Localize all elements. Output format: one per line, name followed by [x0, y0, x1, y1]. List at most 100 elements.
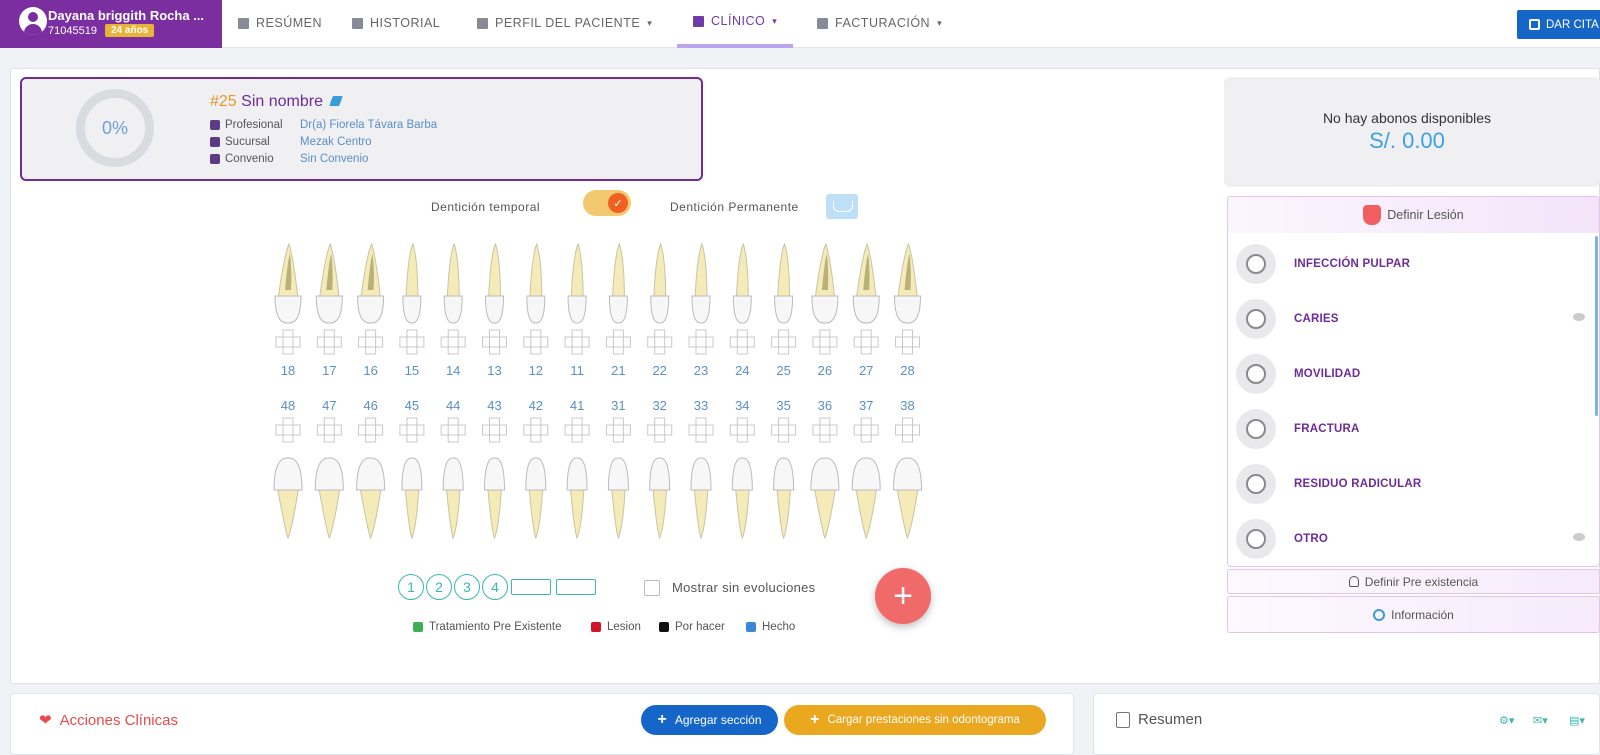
tooth-surface-grid[interactable] [605, 417, 631, 443]
nav-historial[interactable]: HISTORIAL [352, 0, 440, 46]
lower-tooth[interactable] [851, 457, 881, 540]
lower-tooth[interactable] [401, 457, 423, 540]
tooth-number[interactable]: 47 [322, 398, 336, 413]
upper-tooth[interactable] [526, 242, 546, 324]
lower-tooth[interactable] [525, 457, 547, 540]
lesion-item-fractura[interactable]: FRACTURA [1236, 404, 1576, 454]
lower-tooth[interactable] [566, 457, 588, 540]
tooth-number[interactable]: 13 [487, 363, 501, 378]
lesion-scrollbar[interactable] [1595, 236, 1598, 416]
tooth-surface-grid[interactable] [688, 417, 714, 443]
tooth-number[interactable]: 21 [611, 363, 625, 378]
lower-tooth[interactable] [273, 457, 303, 540]
tooth-surface-grid[interactable] [564, 417, 590, 443]
upper-tooth[interactable] [650, 242, 670, 324]
tooth-surface-grid[interactable] [729, 329, 755, 355]
upper-tooth[interactable] [484, 242, 505, 324]
quadrant-2-button[interactable]: 2 [426, 574, 452, 600]
tooth-surface-grid[interactable] [440, 417, 466, 443]
tooth-surface-grid[interactable] [482, 329, 507, 355]
comment-icon[interactable] [1573, 313, 1585, 321]
tooth-number[interactable]: 18 [281, 363, 295, 378]
tooth-surface-grid[interactable] [358, 417, 384, 443]
tooth-number[interactable]: 27 [859, 363, 873, 378]
upper-tooth[interactable] [691, 242, 711, 324]
tooth-number[interactable]: 37 [859, 398, 873, 413]
upper-arch-button[interactable] [511, 579, 551, 595]
lesion-item-infeccion-pulpar[interactable]: INFECCIÓN PULPAR [1236, 239, 1576, 289]
tooth-number[interactable]: 14 [446, 363, 460, 378]
upper-tooth[interactable] [567, 242, 587, 324]
tooth-number[interactable]: 17 [322, 363, 336, 378]
tooth-number[interactable]: 34 [735, 398, 749, 413]
tooth-surface-grid[interactable] [399, 329, 425, 355]
comment-icon[interactable] [1573, 533, 1585, 541]
tooth-surface-grid[interactable] [316, 417, 342, 443]
tooth-surface-grid[interactable] [440, 329, 466, 355]
lower-tooth[interactable] [690, 457, 712, 540]
tooth-surface-grid[interactable] [853, 417, 879, 443]
tooth-number[interactable]: 23 [694, 363, 708, 378]
informacion-button[interactable]: Información [1227, 596, 1600, 633]
patient-card[interactable]: Dayana briggith Rocha ... 71045519 24 añ… [0, 0, 222, 48]
tooth-surface-grid[interactable] [895, 417, 920, 443]
agregar-seccion-button[interactable]: + Agregar sección [641, 705, 778, 735]
tooth-surface-grid[interactable] [688, 329, 714, 355]
lesion-item-movilidad[interactable]: MOVILIDAD [1236, 349, 1576, 399]
tooth-number[interactable]: 28 [900, 363, 914, 378]
tooth-surface-grid[interactable] [895, 329, 920, 355]
tooth-surface-grid[interactable] [275, 329, 301, 355]
tooth-number[interactable]: 11 [570, 363, 584, 378]
lower-tooth[interactable] [810, 457, 840, 540]
tooth-number[interactable]: 12 [529, 363, 543, 378]
lesion-item-otro[interactable]: OTRO [1236, 514, 1576, 564]
print-icon[interactable]: ▤▾ [1569, 714, 1587, 727]
dentition-toggle[interactable]: ✓ [583, 190, 631, 216]
upper-tooth[interactable] [402, 242, 422, 324]
tooth-number[interactable]: 15 [405, 363, 419, 378]
tooth-number[interactable]: 38 [900, 398, 914, 413]
tooth-number[interactable]: 42 [529, 398, 543, 413]
odontogram-chart[interactable]: 18 17 16 15 14 13 12 11 21 22 23 24 25 26 27 28 48 47 46 45… [260, 240, 930, 550]
tooth-number[interactable]: 16 [363, 363, 377, 378]
tooth-surface-grid[interactable] [771, 417, 797, 443]
tooth-number[interactable]: 31 [611, 398, 625, 413]
tooth-surface-grid[interactable] [605, 329, 631, 355]
tooth-surface-grid[interactable] [523, 329, 549, 355]
upper-tooth[interactable] [608, 242, 628, 324]
tooth-surface-grid[interactable] [812, 417, 838, 443]
tooth-number[interactable]: 36 [818, 398, 832, 413]
dar-cita-button[interactable]: DAR CITA [1517, 10, 1600, 39]
tooth-surface-grid[interactable] [482, 417, 507, 443]
tooth-number[interactable]: 25 [776, 363, 790, 378]
tooth-surface-grid[interactable] [853, 329, 879, 355]
tooth-surface-grid[interactable] [564, 329, 590, 355]
lower-tooth[interactable] [442, 457, 464, 540]
tooth-number[interactable]: 44 [446, 398, 460, 413]
pencil-icon[interactable] [329, 96, 344, 106]
upper-tooth[interactable] [774, 242, 794, 324]
add-fab-button[interactable]: + [875, 568, 931, 624]
tooth-number[interactable]: 43 [487, 398, 501, 413]
lower-tooth[interactable] [649, 457, 671, 540]
tooth-number[interactable]: 41 [570, 398, 584, 413]
quadrant-1-button[interactable]: 1 [398, 574, 424, 600]
lower-tooth[interactable] [356, 457, 386, 540]
quadrant-4-button[interactable]: 4 [482, 574, 508, 600]
tooth-number[interactable]: 32 [652, 398, 666, 413]
tooth-surface-grid[interactable] [771, 329, 797, 355]
tooth-surface-grid[interactable] [647, 329, 673, 355]
tooth-number[interactable]: 33 [694, 398, 708, 413]
tooth-number[interactable]: 26 [818, 363, 832, 378]
tooth-surface-grid[interactable] [358, 329, 384, 355]
permanent-teeth-icon[interactable] [826, 194, 858, 219]
tooth-number[interactable]: 46 [363, 398, 377, 413]
tooth-number[interactable]: 22 [652, 363, 666, 378]
tooth-surface-grid[interactable] [647, 417, 673, 443]
nav-facturacion[interactable]: FACTURACIÓN ▾ [817, 0, 942, 46]
nav-resumen[interactable]: RESÚMEN [238, 0, 322, 46]
lower-tooth[interactable] [314, 457, 344, 540]
tooth-surface-grid[interactable] [275, 417, 301, 443]
upper-tooth[interactable] [732, 242, 752, 324]
lesion-item-caries[interactable]: CARIES [1236, 294, 1576, 344]
